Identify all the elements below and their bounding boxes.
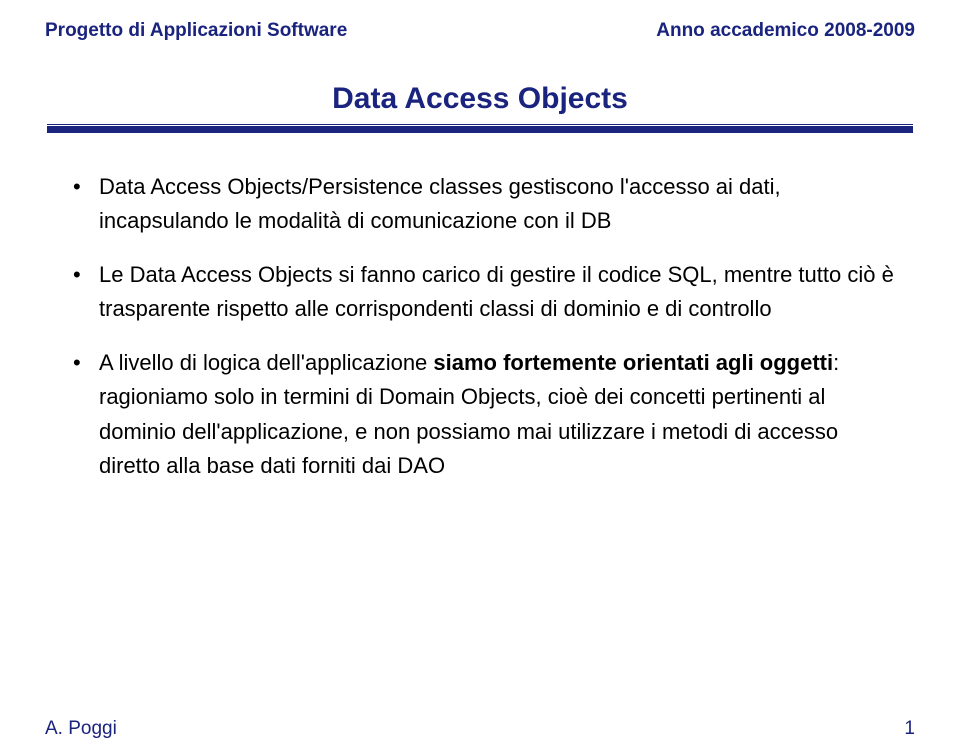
slide-page: Progetto di Applicazioni Software Anno a…: [0, 0, 960, 483]
bullet-text: Data Access Objects/Persistence classes …: [99, 174, 781, 233]
footer-left: A. Poggi: [45, 718, 117, 740]
slide-title: Data Access Objects: [332, 82, 628, 115]
header-left: Progetto di Applicazioni Software: [45, 20, 347, 42]
slide-header: Progetto di Applicazioni Software Anno a…: [45, 20, 915, 42]
footer-right: 1: [904, 718, 915, 740]
header-right: Anno accademico 2008-2009: [656, 20, 915, 42]
bullet-item: Le Data Access Objects si fanno carico d…: [73, 258, 905, 326]
bullet-text: A livello di logica dell'applicazione: [99, 350, 433, 375]
title-underline: [47, 124, 913, 136]
bullet-list: Data Access Objects/Persistence classes …: [73, 170, 905, 483]
bullet-item: A livello di logica dell'applicazione si…: [73, 346, 905, 482]
bullet-text: Le Data Access Objects si fanno carico d…: [99, 262, 894, 321]
bullet-text: siamo fortemente orientati agli oggetti: [433, 350, 833, 375]
title-wrap: Data Access Objects: [45, 82, 915, 116]
slide-footer: A. Poggi 1: [45, 718, 915, 740]
bullet-item: Data Access Objects/Persistence classes …: [73, 170, 905, 238]
